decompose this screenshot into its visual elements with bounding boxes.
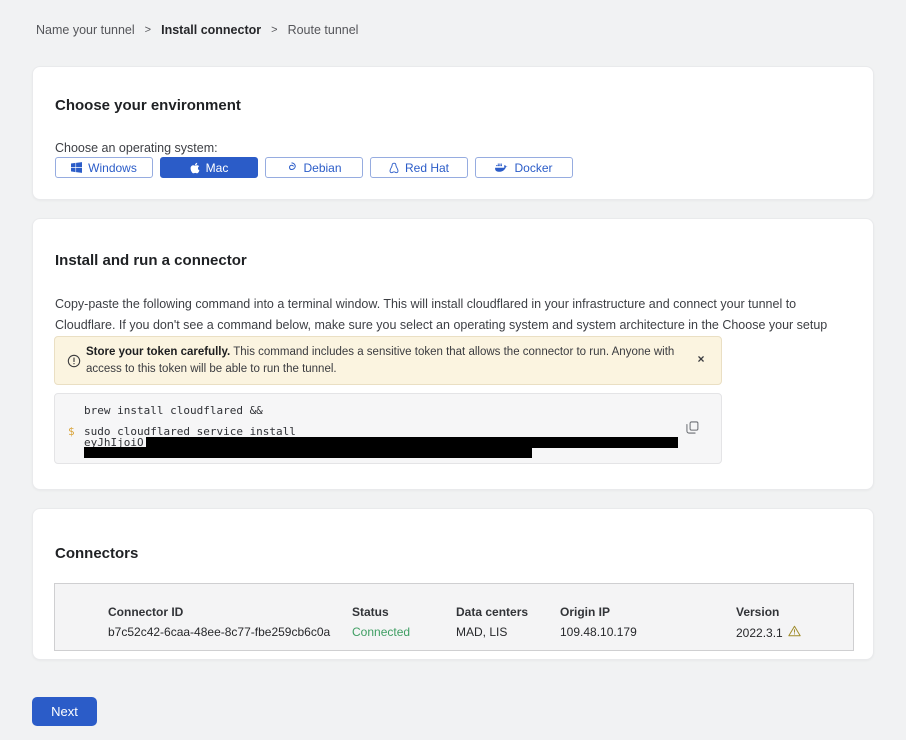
os-button-windows[interactable]: Windows (55, 157, 153, 178)
column-header-version: Version (736, 605, 779, 619)
redhat-logo-icon (389, 162, 399, 174)
os-button-label: Windows (88, 161, 137, 175)
os-button-mac[interactable]: Mac (160, 157, 258, 178)
column-header-origin-ip: Origin IP (560, 605, 610, 619)
windows-logo-icon (71, 162, 82, 173)
column-header-data-centers: Data centers (456, 605, 528, 619)
version-value: 2022.3.1 (736, 625, 801, 640)
breadcrumb-item-install-connector[interactable]: Install connector (161, 23, 261, 37)
debian-logo-icon (286, 162, 297, 173)
connectors-table: Connector ID Status Data centers Origin … (54, 583, 854, 651)
environment-card-title: Choose your environment (55, 97, 241, 114)
next-button[interactable]: Next (32, 697, 97, 726)
breadcrumb-item-name-your-tunnel[interactable]: Name your tunnel (36, 23, 135, 37)
version-number: 2022.3.1 (736, 626, 783, 640)
os-select-label: Choose an operating system: (55, 141, 218, 155)
os-button-label: Red Hat (405, 161, 449, 175)
docker-logo-icon (495, 162, 508, 173)
os-button-label: Mac (206, 161, 229, 175)
os-button-docker[interactable]: Docker (475, 157, 573, 178)
dismiss-warning-button[interactable]: × (693, 351, 709, 367)
breadcrumb: Name your tunnel > Install connector > R… (36, 23, 358, 37)
redacted-token-bar (84, 447, 532, 458)
breadcrumb-item-route-tunnel[interactable]: Route tunnel (288, 23, 359, 37)
version-warning-icon (788, 625, 801, 640)
os-button-label: Debian (303, 161, 341, 175)
data-centers-value: MAD, LIS (456, 625, 507, 639)
install-connector-card: Install and run a connector Copy-paste t… (32, 218, 874, 490)
os-button-redhat[interactable]: Red Hat (370, 157, 468, 178)
os-button-label: Docker (514, 161, 552, 175)
breadcrumb-separator: > (145, 24, 151, 36)
copy-command-button[interactable] (684, 419, 701, 439)
terminal-prompt: $ (68, 425, 75, 438)
breadcrumb-separator: > (271, 24, 277, 36)
connectors-card: Connectors Connector ID Status Data cent… (32, 508, 874, 660)
apple-logo-icon (190, 162, 200, 174)
tunnel-setup-page: Name your tunnel > Install connector > R… (0, 0, 906, 740)
warning-message: Store your token carefully. This command… (86, 344, 678, 378)
environment-card: Choose your environment Choose an operat… (32, 66, 874, 200)
alert-circle-icon (67, 354, 81, 373)
origin-ip-value: 109.48.10.179 (560, 625, 637, 639)
os-button-group: Windows Mac Debian Red Hat (55, 157, 573, 178)
os-button-debian[interactable]: Debian (265, 157, 363, 178)
token-warning-banner: Store your token carefully. This command… (54, 336, 722, 385)
command-line-1: brew install cloudflared && (84, 404, 263, 417)
install-card-title: Install and run a connector (55, 252, 247, 269)
install-command-block: brew install cloudflared && $ sudo cloud… (54, 393, 722, 464)
status-badge: Connected (352, 625, 410, 639)
connectors-card-title: Connectors (55, 545, 138, 562)
column-header-status: Status (352, 605, 389, 619)
connector-id-value: b7c52c42-6caa-48ee-8c77-fbe259cb6c0a (108, 625, 330, 639)
copy-icon (686, 422, 699, 437)
warning-title: Store your token carefully. (86, 346, 230, 358)
column-header-connector-id: Connector ID (108, 605, 183, 619)
